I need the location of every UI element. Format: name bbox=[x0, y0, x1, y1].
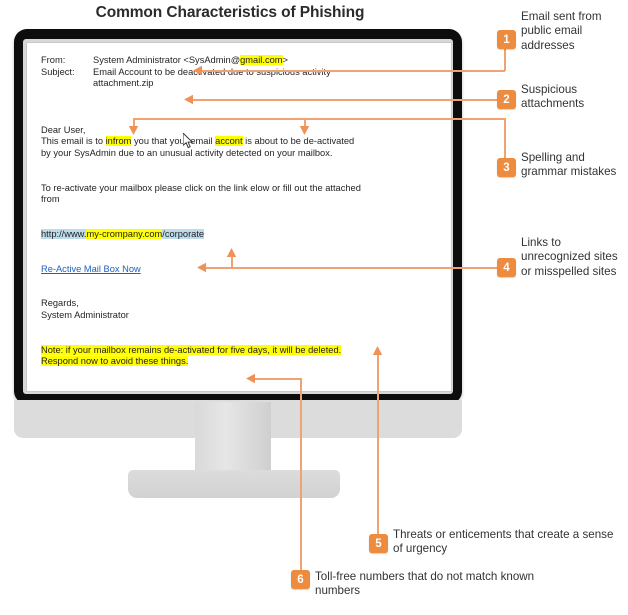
cta-link-row[interactable]: Re-Active Mail Box Now bbox=[41, 264, 441, 276]
annotation-badge-5: 5 bbox=[369, 534, 388, 553]
annotation-badge-4: 4 bbox=[497, 258, 516, 277]
annotation-4-arrowhead-up bbox=[226, 248, 237, 257]
annotation-6-leader-horizontal bbox=[254, 378, 302, 380]
email-from-row: From: System Administrator <SysAdmin@gma… bbox=[41, 55, 441, 67]
email-attachment[interactable]: attachment.zip bbox=[93, 78, 441, 90]
email-message: From: System Administrator <SysAdmin@gma… bbox=[27, 43, 451, 391]
monitor-screen: From: System Administrator <SysAdmin@gma… bbox=[26, 42, 452, 392]
phishing-infographic: Common Characteristics of Phishing From:… bbox=[0, 0, 628, 615]
misspelling-accont: accont bbox=[215, 136, 243, 147]
monitor-illustration: From: System Administrator <SysAdmin@gma… bbox=[14, 29, 462, 438]
email-subject-row: Subject: Email Account to be deactivated… bbox=[41, 67, 441, 79]
annotation-2-arrowhead bbox=[184, 94, 193, 105]
annotation-badge-1: 1 bbox=[497, 30, 516, 49]
email-body-line-4: from bbox=[41, 194, 60, 205]
annotation-text-5: Threats or enticements that create a sen… bbox=[393, 528, 614, 556]
annotation-1-leader-horizontal bbox=[200, 70, 505, 72]
annotation-5-leader-vertical bbox=[377, 355, 379, 540]
email-greeting: Dear User, bbox=[41, 124, 86, 135]
subject-value: Email Account to be deactivated due to s… bbox=[93, 66, 331, 77]
page-title: Common Characteristics of Phishing bbox=[95, 4, 365, 21]
annotation-6-arrowhead bbox=[246, 373, 255, 384]
annotation-text-1: Email sent from public email addresses bbox=[521, 10, 602, 52]
subject-label: Subject: bbox=[41, 66, 75, 77]
url-domain-highlight: my-crompany.com bbox=[86, 228, 163, 239]
from-domain-highlight: gmail.com bbox=[240, 55, 283, 65]
reactivate-link[interactable]: Re-Active Mail Box Now bbox=[41, 264, 141, 274]
email-signature: System Administrator bbox=[41, 310, 129, 321]
annotation-badge-3: 3 bbox=[497, 158, 516, 177]
annotation-6-leader-vertical bbox=[300, 378, 302, 571]
body-text: is about to be de-activated bbox=[242, 136, 355, 147]
annotation-text-2: Suspicious attachments bbox=[521, 83, 585, 111]
from-label: From: bbox=[41, 55, 66, 65]
annotation-5-arrowhead bbox=[372, 346, 383, 355]
mouse-cursor-icon bbox=[183, 133, 194, 149]
annotation-text-6: Toll-free numbers that do not match know… bbox=[315, 570, 535, 598]
annotation-3-arrowhead-infrom bbox=[128, 126, 139, 135]
phishing-url[interactable]: http://www.my-crompany.com/corporate bbox=[41, 228, 205, 239]
annotation-badge-6: 6 bbox=[291, 570, 310, 589]
monitor-stand-neck bbox=[195, 402, 271, 472]
annotation-text-3: Spelling and grammar mistakes bbox=[521, 151, 617, 179]
annotation-text-4: Links to unrecognized sites or misspelle… bbox=[521, 236, 618, 278]
annotation-3-leader-vertical bbox=[504, 118, 506, 158]
body-text: This email is to bbox=[41, 136, 106, 147]
annotation-badge-2: 2 bbox=[497, 90, 516, 109]
misspelling-infrom: infrom bbox=[105, 136, 132, 147]
contact-row: Contact Support: 1-800-555-0100 bbox=[41, 391, 441, 392]
annotation-3-arrowhead-accont bbox=[299, 126, 310, 135]
body-text: you that your email bbox=[131, 136, 216, 147]
url-scheme: http://www. bbox=[41, 228, 87, 239]
annotation-2-leader-horizontal bbox=[192, 99, 497, 101]
urgency-note-highlight: Note: if your mailbox remains de-activat… bbox=[41, 344, 342, 355]
urgency-note-highlight: Respond now to avoid these things. bbox=[41, 356, 189, 367]
support-phone-highlight: Support: 1-800-555-0100 bbox=[76, 391, 180, 392]
annotation-1-arrowhead bbox=[193, 65, 202, 76]
url-path: /corporate bbox=[162, 228, 205, 239]
annotation-3-leader-horizontal bbox=[133, 118, 506, 120]
from-value: System Administrator <SysAdmin@gmail.com… bbox=[93, 55, 441, 67]
contact-label: Contact bbox=[41, 391, 76, 392]
annotation-4-leader-horizontal bbox=[205, 267, 505, 269]
annotation-4-arrowhead-left bbox=[197, 262, 206, 273]
email-body-line-1: This email is to infrom you that your em… bbox=[41, 136, 441, 148]
urgency-note-line-2: Respond now to avoid these things. bbox=[41, 356, 441, 368]
from-address-prefix: System Administrator <SysAdmin@ bbox=[93, 55, 241, 65]
email-body-line-3: To re-activate your mailbox please click… bbox=[41, 182, 361, 193]
phishing-url-row[interactable]: http://www.my-crompany.com/corporate bbox=[41, 228, 441, 241]
from-address-suffix: > bbox=[282, 55, 288, 65]
email-signoff: Regards, bbox=[41, 298, 79, 309]
email-body-line-2: by your SysAdmin due to an unusual activ… bbox=[41, 147, 333, 158]
monitor-stand-base bbox=[128, 470, 340, 498]
